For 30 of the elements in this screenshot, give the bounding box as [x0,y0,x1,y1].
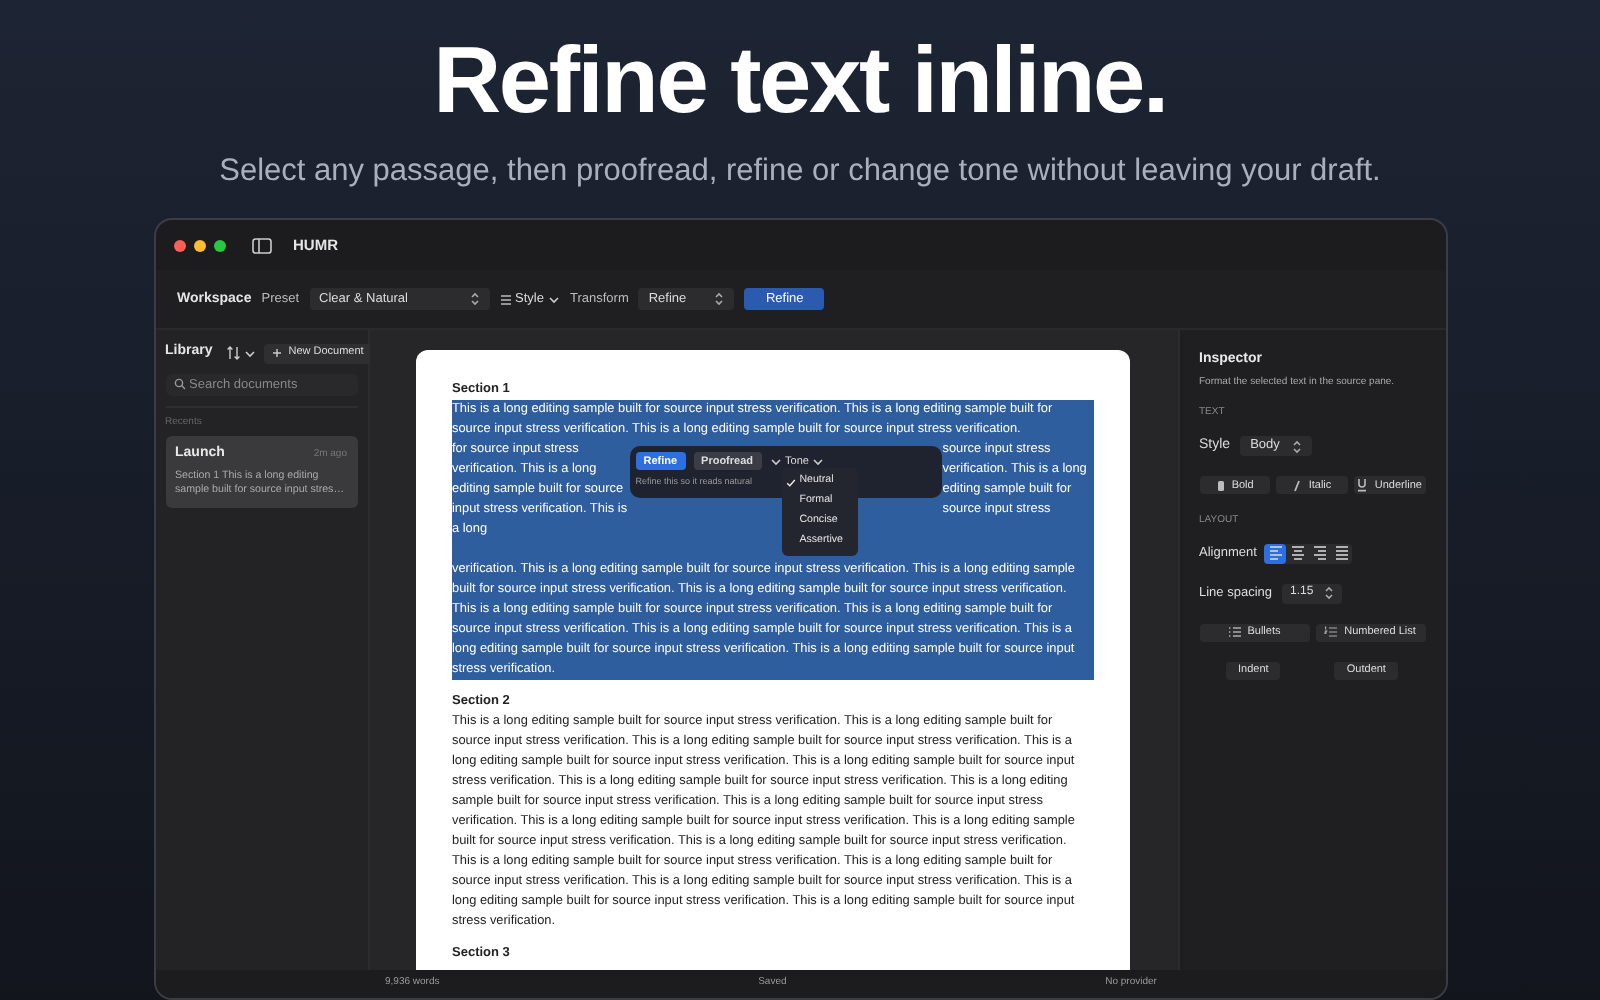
stepper-icon [1324,586,1334,601]
list-icon [1227,626,1242,639]
minimize-icon[interactable] [193,239,205,252]
italic-icon [1292,479,1303,492]
align-right-icon [1311,544,1328,563]
sort-button[interactable] [226,346,257,360]
underline-icon [1356,478,1369,493]
chevron-down-icon [812,457,825,466]
chevron-down-icon [244,349,257,357]
alignment-button[interactable] [1330,543,1353,564]
align-center-icon [1289,544,1306,563]
sort-icon [226,346,243,360]
alignment-button[interactable] [1308,543,1331,564]
chevron-down-icon [769,457,782,466]
search-icon [173,378,185,391]
alignment-button[interactable] [1286,543,1309,564]
close-icon[interactable] [173,239,185,252]
plus-icon [272,348,283,358]
numbered-list-icon [1324,626,1339,639]
align-justify-icon [1333,544,1350,563]
alignment-button[interactable] [1264,543,1287,564]
align-left-icon [1267,544,1284,563]
stepper-icon [714,292,725,307]
chevron-down-icon [547,295,560,304]
hero-subtitle: Select any passage, then proofread, refine or change tone without leaving your draft. [219,152,1381,192]
hero-title: Refine text inline. [433,24,1167,136]
stepper-icon [469,292,480,307]
zoom-icon[interactable] [213,239,225,252]
stepper-icon [1292,439,1303,453]
sidebar-toggle-icon[interactable] [251,237,271,254]
